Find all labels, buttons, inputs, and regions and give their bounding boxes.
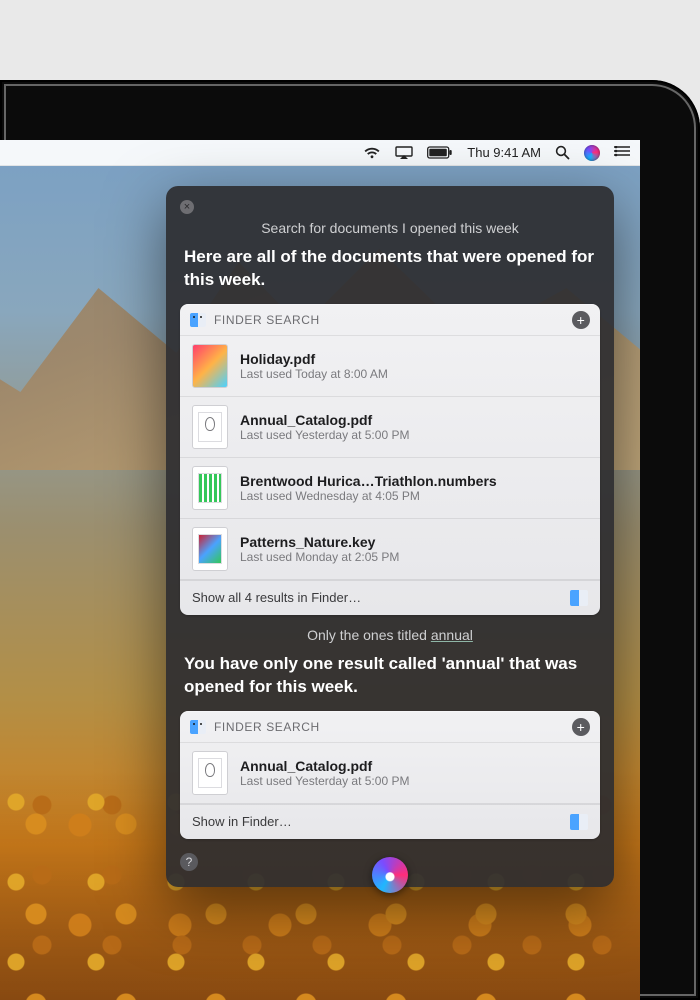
desktop-wallpaper: Thu 9:41 AM × Search for documents I ope… [0,140,640,1000]
file-thumbnail [192,751,228,795]
query-keyword: annual [431,627,473,643]
card-footer-label: Show in Finder… [192,814,292,829]
finder-icon [190,313,206,327]
file-thumbnail [192,466,228,510]
siri-bottom-bar: ? [180,851,600,871]
siri-panel: × Search for documents I opened this wee… [166,186,614,887]
file-thumbnail [192,405,228,449]
add-button[interactable]: + [572,718,590,736]
siri-response-1: Here are all of the documents that were … [184,246,598,292]
file-thumbnail [192,527,228,571]
device-frame: Thu 9:41 AM × Search for documents I ope… [0,80,700,1000]
battery-icon[interactable] [427,140,453,165]
file-name: Annual_Catalog.pdf [240,758,409,774]
file-name: Annual_Catalog.pdf [240,412,409,428]
card-header: FINDER SEARCH + [180,304,600,336]
result-row[interactable]: Holiday.pdf Last used Today at 8:00 AM [180,336,600,397]
airplay-icon[interactable] [395,140,413,165]
file-last-used: Last used Today at 8:00 AM [240,367,388,381]
add-button[interactable]: + [572,311,590,329]
result-row[interactable]: Patterns_Nature.key Last used Monday at … [180,519,600,580]
notification-center-icon[interactable] [614,140,630,165]
card-header-label: FINDER SEARCH [214,720,320,734]
result-row[interactable]: Brentwood Hurica…Triathlon.numbers Last … [180,458,600,519]
file-thumbnail [192,344,228,388]
query-text: Only the ones titled [307,627,431,643]
finder-icon [570,590,588,606]
finder-icon [190,720,206,734]
finder-search-card: FINDER SEARCH + Annual_Catalog.pdf Last … [180,711,600,839]
siri-query-2: Only the ones titled annual [180,627,600,643]
siri-menubar-icon[interactable] [584,140,600,165]
file-last-used: Last used Yesterday at 5:00 PM [240,428,409,442]
file-name: Holiday.pdf [240,351,388,367]
finder-icon [570,814,588,830]
file-last-used: Last used Wednesday at 4:05 PM [240,489,497,503]
siri-query-1: Search for documents I opened this week [180,220,600,236]
wifi-icon[interactable] [363,140,381,165]
card-footer-label: Show all 4 results in Finder… [192,590,361,605]
spotlight-icon[interactable] [555,140,570,165]
help-button[interactable]: ? [180,853,198,871]
result-row[interactable]: Annual_Catalog.pdf Last used Yesterday a… [180,397,600,458]
card-header-label: FINDER SEARCH [214,313,320,327]
finder-search-card: FINDER SEARCH + Holiday.pdf Last used To… [180,304,600,615]
menubar: Thu 9:41 AM [0,140,640,166]
show-all-results[interactable]: Show all 4 results in Finder… [180,580,600,615]
file-last-used: Last used Monday at 2:05 PM [240,550,399,564]
menubar-clock[interactable]: Thu 9:41 AM [467,140,541,165]
file-name: Patterns_Nature.key [240,534,399,550]
show-in-finder[interactable]: Show in Finder… [180,804,600,839]
siri-response-2: You have only one result called 'annual'… [184,653,598,699]
file-name: Brentwood Hurica…Triathlon.numbers [240,473,497,489]
result-row[interactable]: Annual_Catalog.pdf Last used Yesterday a… [180,743,600,804]
card-header: FINDER SEARCH + [180,711,600,743]
close-button[interactable]: × [180,200,194,214]
siri-orb-icon[interactable] [372,857,408,893]
file-last-used: Last used Yesterday at 5:00 PM [240,774,409,788]
